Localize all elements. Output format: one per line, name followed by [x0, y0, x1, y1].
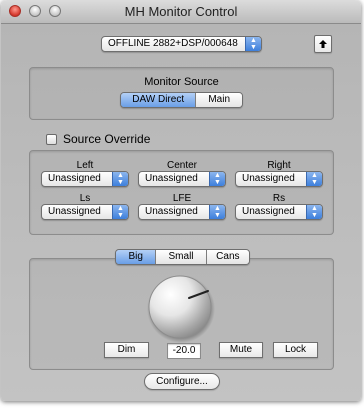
- channel-select-lfe-value: Unassigned: [145, 206, 198, 217]
- monitor-source-control: DAW Direct Main: [120, 92, 243, 108]
- popup-arrows-icon: ▲ ▼: [209, 205, 225, 219]
- speaker-set-small[interactable]: Small: [156, 250, 207, 264]
- channel-select-ls-value: Unassigned: [48, 206, 101, 217]
- eject-button[interactable]: [314, 35, 332, 53]
- popup-arrows-icon: ▲ ▼: [209, 172, 225, 186]
- speaker-set-big[interactable]: Big: [116, 250, 157, 264]
- channel-label-ls: Ls: [79, 193, 91, 204]
- lock-button[interactable]: Lock: [273, 342, 318, 358]
- title-bar: MH Monitor Control: [1, 0, 361, 24]
- channel-select-right[interactable]: Unassigned ▲ ▼: [235, 171, 323, 187]
- popup-arrows-icon: ▲ ▼: [112, 172, 128, 186]
- popup-arrows-icon: ▲ ▼: [245, 37, 261, 51]
- source-override-checkbox[interactable]: [46, 134, 57, 145]
- app-window: MH Monitor Control OFFLINE 2882+DSP/0006…: [1, 0, 361, 401]
- channel-label-right: Right: [267, 160, 291, 171]
- channel-select-center-value: Unassigned: [145, 173, 198, 184]
- popup-arrows-icon: ▲ ▼: [306, 205, 322, 219]
- channel-label-rs: Rs: [272, 193, 286, 204]
- channel-select-rs-value: Unassigned: [242, 206, 295, 217]
- device-select-value: OFFLINE 2882+DSP/000648: [108, 38, 238, 49]
- monitor-source-label: Monitor Source: [144, 76, 219, 88]
- dim-button[interactable]: Dim: [104, 342, 149, 358]
- configure-button[interactable]: Configure...: [144, 373, 220, 390]
- channel-select-left[interactable]: Unassigned ▲ ▼: [41, 171, 129, 187]
- popup-arrows-icon: ▲ ▼: [112, 205, 128, 219]
- device-select[interactable]: OFFLINE 2882+DSP/000648 ▲ ▼: [101, 36, 262, 52]
- popup-arrows-icon: ▲ ▼: [306, 172, 322, 186]
- mute-button[interactable]: Mute: [219, 342, 263, 358]
- up-arrow-icon: [319, 40, 327, 48]
- channel-select-rs[interactable]: Unassigned ▲ ▼: [235, 204, 323, 220]
- channel-label-center: Center: [166, 160, 197, 171]
- monitor-source-daw-direct[interactable]: DAW Direct: [121, 93, 197, 107]
- channel-select-center[interactable]: Unassigned ▲ ▼: [138, 171, 226, 187]
- channel-label-left: Left: [76, 160, 94, 171]
- window-title: MH Monitor Control: [124, 4, 238, 19]
- channel-select-right-value: Unassigned: [242, 173, 295, 184]
- speaker-set-cans[interactable]: Cans: [206, 250, 249, 264]
- channel-select-ls[interactable]: Unassigned ▲ ▼: [41, 204, 129, 220]
- channel-label-lfe: LFE: [172, 193, 192, 204]
- channel-select-lfe[interactable]: Unassigned ▲ ▼: [138, 204, 226, 220]
- speaker-set-control: Big Small Cans: [115, 249, 250, 265]
- volume-knob[interactable]: [144, 271, 216, 343]
- volume-value-field[interactable]: -20.0: [167, 343, 201, 359]
- channel-select-left-value: Unassigned: [48, 173, 101, 184]
- source-override-label: Source Override: [63, 132, 151, 146]
- monitor-source-main[interactable]: Main: [196, 93, 242, 107]
